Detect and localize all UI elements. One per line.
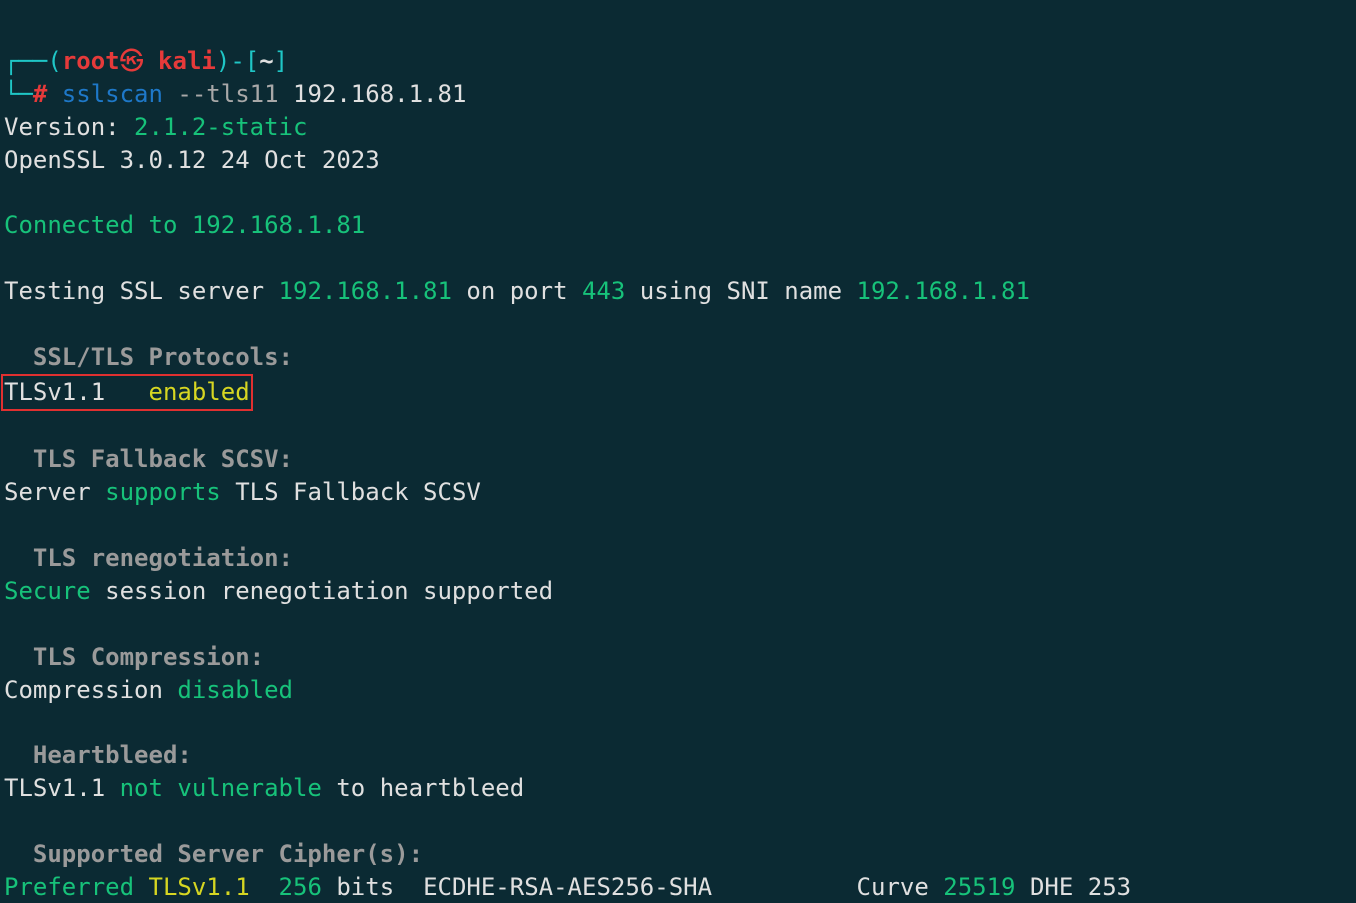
terminal-output[interactable]: ┌──(root㉿ kali)-[~] └─# sslscan --tls11 … (0, 0, 1356, 903)
openssl-line: OpenSSL 3.0.12 24 Oct 2023 (4, 146, 380, 174)
connected-line: Connected to 192.168.1.81 (4, 211, 365, 239)
compress-line: Compression disabled (4, 676, 293, 704)
prompt-line-1: ┌──(root㉿ kali)-[~] (4, 47, 288, 75)
prompt-line-2[interactable]: └─# sslscan --tls11 192.168.1.81 (4, 80, 466, 108)
testing-line: Testing SSL server 192.168.1.81 on port … (4, 277, 1030, 305)
section-ciphers: Supported Server Cipher(s): (4, 840, 423, 868)
section-fallback: TLS Fallback SCSV: (4, 445, 293, 473)
section-reneg: TLS renegotiation: (4, 544, 293, 572)
heartbleed-line: TLSv1.1 not vulnerable to heartbleed (4, 774, 524, 802)
section-protocols: SSL/TLS Protocols: (4, 343, 293, 371)
fallback-line: Server supports TLS Fallback SCSV (4, 478, 481, 506)
cipher-row: Preferred TLSv1.1 256 bits ECDHE-RSA-AES… (4, 873, 1131, 901)
tls-enabled-highlight: TLSv1.1 enabled (1, 374, 253, 411)
version-line: Version: 2.1.2-static (4, 113, 307, 141)
reneg-line: Secure session renegotiation supported (4, 577, 553, 605)
section-compress: TLS Compression: (4, 643, 264, 671)
section-heartbleed: Heartbleed: (4, 741, 192, 769)
